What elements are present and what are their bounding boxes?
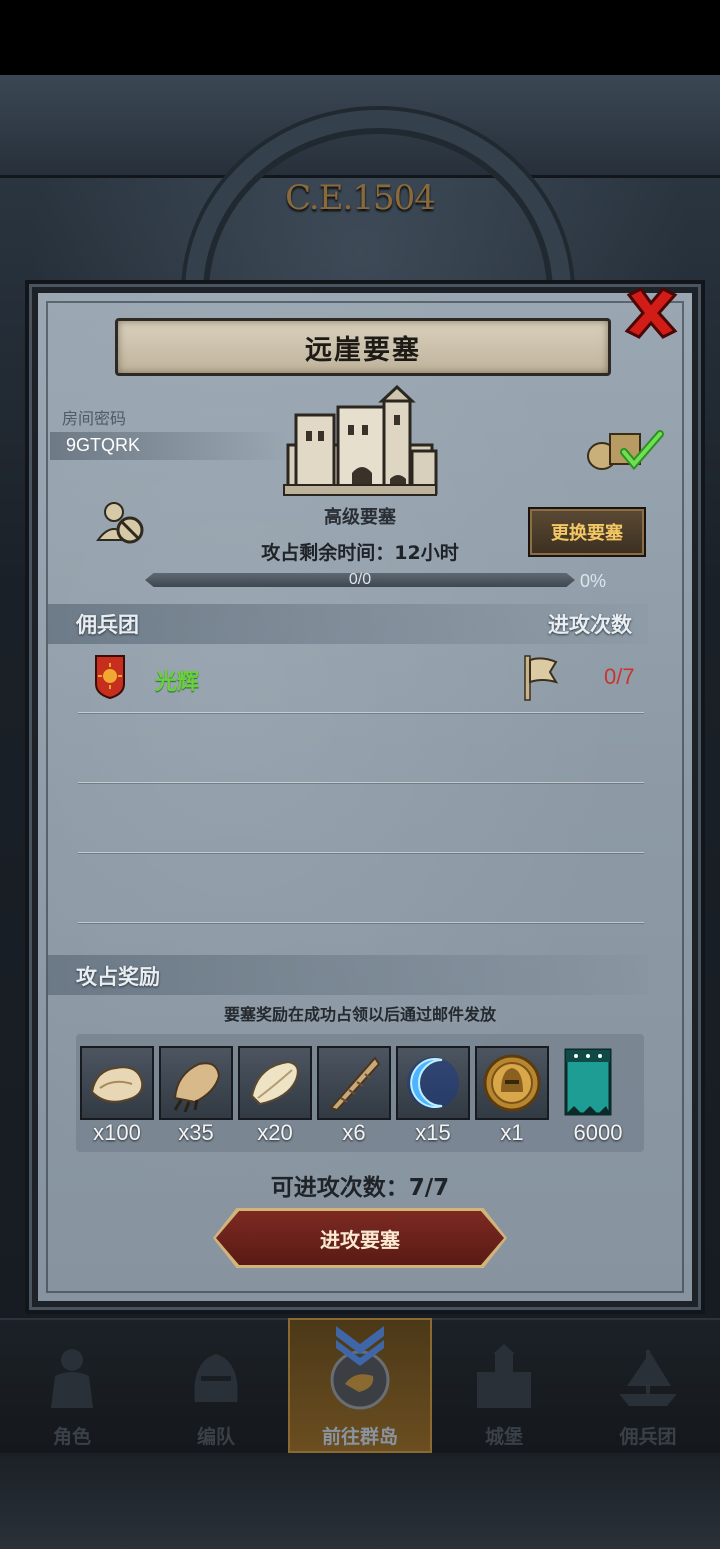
- reward-qty: x15: [415, 1120, 451, 1145]
- reward-item[interactable]: [80, 1046, 154, 1120]
- bottom-system-bar: [0, 1453, 720, 1549]
- reward-item[interactable]: [317, 1046, 391, 1120]
- row-divider: [78, 922, 644, 923]
- row-divider: [78, 712, 644, 713]
- nav-label-character: 角色: [52, 1426, 91, 1448]
- rewards-header: 攻占奖励: [76, 965, 160, 989]
- row-divider: [78, 782, 644, 783]
- dialog-title: 远崖要塞: [305, 334, 421, 366]
- nav-label-team: 编队: [196, 1426, 235, 1448]
- reward-qty: x100: [93, 1120, 141, 1145]
- status-bar: [0, 0, 720, 75]
- title-banner: 远崖要塞: [115, 318, 611, 376]
- castle-icon: [477, 1344, 531, 1408]
- beast-claw-icon: [173, 1062, 221, 1113]
- close-button[interactable]: [612, 280, 690, 346]
- reward-qty: 6000: [573, 1120, 623, 1145]
- reward-qty: x1: [500, 1120, 524, 1145]
- chevron-down-icon: [336, 1326, 384, 1366]
- nav-label-islands: 前往群岛: [321, 1426, 398, 1448]
- capture-progress-percent: 0%: [580, 571, 607, 591]
- reward-item[interactable]: [475, 1046, 549, 1120]
- reward-item[interactable]: [396, 1046, 470, 1120]
- guild-name[interactable]: 光辉: [155, 664, 199, 696]
- rewards-note: 要塞奖励在成功占领以后通过邮件发放: [223, 1005, 496, 1024]
- supply-check-icon[interactable]: [584, 424, 664, 474]
- available-attacks: 可进攻次数：7/7: [270, 1175, 450, 1201]
- nav-label-guild: 佣兵团: [619, 1426, 677, 1448]
- spiral-horn-icon: [329, 1056, 381, 1112]
- change-fortress-button[interactable]: 更换要塞: [528, 507, 646, 557]
- change-fortress-label: 更换要塞: [551, 523, 623, 544]
- ship-guild-icon: [619, 1350, 677, 1406]
- nav-label-castle: 城堡: [484, 1426, 523, 1448]
- mercenary-header: 佣兵团: [76, 613, 139, 637]
- fur-pelt-icon: [90, 1066, 144, 1103]
- reward-qty: x20: [257, 1120, 293, 1145]
- blue-moon-crystal-icon: [407, 1057, 459, 1109]
- wing-feather-icon: [250, 1060, 299, 1106]
- no-visitors-icon[interactable]: [96, 500, 146, 546]
- reward-qty: x35: [178, 1120, 214, 1145]
- fortress-castle-icon: [283, 385, 438, 496]
- guild-emblem-icon: [95, 655, 125, 700]
- reward-item[interactable]: [159, 1046, 233, 1120]
- reward-item[interactable]: [238, 1046, 312, 1120]
- gold-knight-medal-icon: [483, 1054, 541, 1112]
- helmet-team-icon: [194, 1354, 238, 1402]
- attack-fortress-button[interactable]: 进攻要塞: [216, 1211, 504, 1265]
- room-code-label: 房间密码: [62, 409, 127, 428]
- row-divider: [78, 852, 644, 853]
- attack-count-header: 进攻次数: [548, 613, 632, 637]
- reward-qty: x6: [342, 1120, 366, 1145]
- year-label: C.E.1504: [285, 178, 436, 218]
- reward-item[interactable]: [562, 1046, 636, 1122]
- guild-attack-count: 0/7: [604, 664, 635, 689]
- attack-fortress-label: 进攻要塞: [320, 1227, 400, 1252]
- close-icon: [624, 287, 678, 339]
- capture-progress-text: 0/0: [348, 571, 372, 588]
- guild-banner-token-icon: [564, 1048, 612, 1116]
- knight-character-icon: [51, 1349, 93, 1408]
- attack-flag-icon: [524, 655, 559, 701]
- room-code-value[interactable]: 9GTQRK: [66, 435, 140, 456]
